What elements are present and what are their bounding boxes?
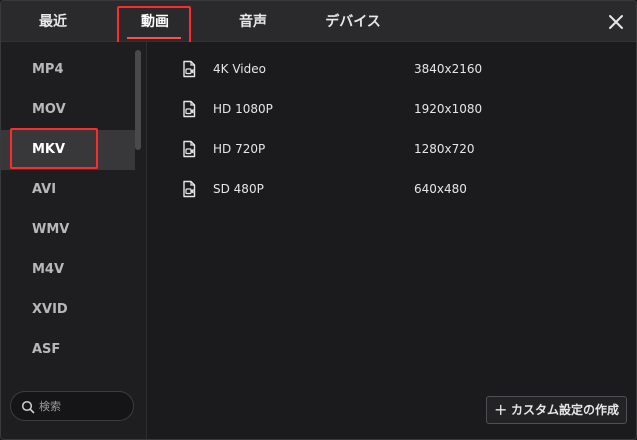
video-file-icon xyxy=(181,100,199,118)
preset-name: HD 720P xyxy=(213,142,266,156)
preset-resolution: 1920x1080 xyxy=(414,102,483,116)
format-item-mkv[interactable]: MKV xyxy=(1,130,135,170)
tab-device[interactable]: デバイス xyxy=(315,1,391,41)
preset-row[interactable]: SD 480P 640x480 xyxy=(147,169,636,209)
close-icon[interactable] xyxy=(605,11,627,33)
search-icon xyxy=(21,399,35,414)
format-item-xvid[interactable]: XVID xyxy=(1,290,135,330)
format-item-asf[interactable]: ASF xyxy=(1,330,135,370)
format-item-m4v[interactable]: M4V xyxy=(1,250,135,290)
preset-name: 4K Video xyxy=(213,62,266,76)
preset-row[interactable]: 4K Video 3840x2160 xyxy=(147,49,636,89)
plus-icon: + xyxy=(494,400,508,419)
preset-row[interactable]: HD 1080P 1920x1080 xyxy=(147,89,636,129)
video-file-icon xyxy=(181,140,199,158)
create-custom-label: カスタム設定の作成 xyxy=(511,403,620,417)
format-picker-window: 最近 動画 音声 デバイス MP4 MOV MKV AVI WMV M4V XV… xyxy=(0,0,637,440)
active-tab-underline xyxy=(127,37,181,39)
format-item-wmv[interactable]: WMV xyxy=(1,210,135,250)
format-item-avi[interactable]: AVI xyxy=(1,170,135,210)
tab-recent[interactable]: 最近 xyxy=(23,1,83,41)
preset-list: 4K Video 3840x2160 HD 1080P 1920x1080 HD… xyxy=(147,42,636,439)
create-custom-button[interactable]: + カスタム設定の作成 xyxy=(486,396,627,424)
format-sidebar: MP4 MOV MKV AVI WMV M4V XVID ASF xyxy=(1,42,147,439)
tab-audio[interactable]: 音声 xyxy=(223,1,283,41)
tab-bar: 最近 動画 音声 デバイス xyxy=(1,1,636,42)
preset-resolution: 640x480 xyxy=(414,182,467,196)
search-input[interactable] xyxy=(39,397,127,415)
preset-resolution: 3840x2160 xyxy=(414,62,483,76)
sidebar-scrollbar[interactable] xyxy=(135,50,141,150)
preset-name: HD 1080P xyxy=(213,102,273,116)
format-item-mp4[interactable]: MP4 xyxy=(1,50,135,90)
video-file-icon xyxy=(181,180,199,198)
search-box xyxy=(10,391,134,421)
preset-name: SD 480P xyxy=(213,182,264,196)
preset-row[interactable]: HD 720P 1280x720 xyxy=(147,129,636,169)
format-item-mov[interactable]: MOV xyxy=(1,90,135,130)
preset-resolution: 1280x720 xyxy=(414,142,475,156)
video-file-icon xyxy=(181,60,199,78)
tab-video[interactable]: 動画 xyxy=(119,1,191,41)
